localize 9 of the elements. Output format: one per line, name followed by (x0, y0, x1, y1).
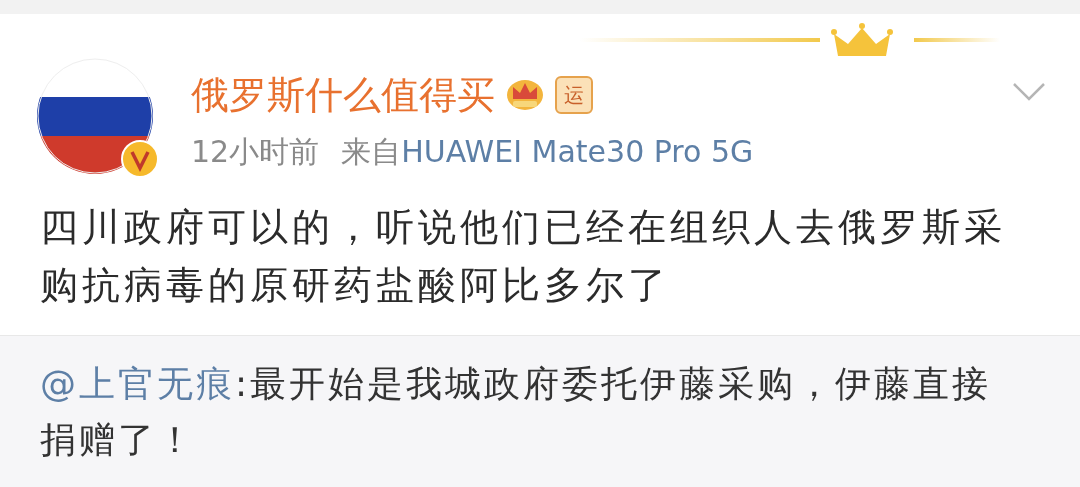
post-time: 12小时前 (191, 134, 320, 170)
post-source: 来自 HUAWEI Mate30 Pro 5G (341, 134, 754, 170)
author-name[interactable]: 俄罗斯什么值得买 (191, 72, 495, 118)
crown-icon (505, 77, 545, 113)
post-text: 四川政府可以的，听说他们已经在组织人去俄罗斯采购抗病毒的原研药盐酸阿比多尔了 (40, 204, 1007, 309)
repost-text: @上官无痕:最开始是我城政府委托伊藤采购，伊藤直接捐赠了！ (40, 362, 993, 462)
avatar-flag-icon[interactable] (37, 58, 153, 174)
mention-link[interactable]: @上官无痕 (40, 363, 235, 404)
member-badge: 运 (555, 76, 593, 114)
